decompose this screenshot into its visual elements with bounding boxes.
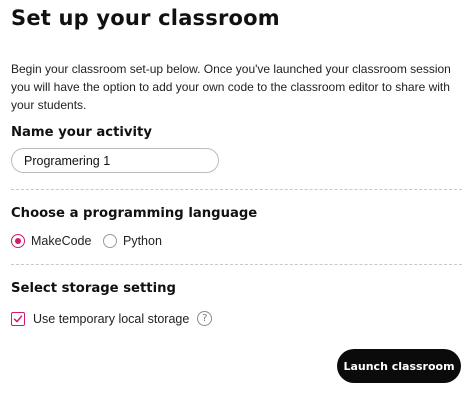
radio-button-selected[interactable] <box>11 234 25 248</box>
local-storage-label: Use temporary local storage <box>33 311 190 326</box>
radio-python[interactable]: Python <box>103 234 162 248</box>
radio-label-makecode: MakeCode <box>31 234 92 248</box>
classroom-setup-page: Set up your classroom Begin your classro… <box>0 0 474 399</box>
intro-text: Begin your classroom set-up below. Once … <box>11 62 451 112</box>
radio-label-python: Python <box>123 234 162 248</box>
radio-button-unselected[interactable] <box>103 234 117 248</box>
checkmark-icon <box>13 314 23 322</box>
page-title: Set up your classroom <box>11 6 280 30</box>
divider <box>11 264 462 265</box>
storage-heading: Select storage setting <box>11 281 176 296</box>
help-icon[interactable]: ? <box>197 311 213 326</box>
radio-makecode[interactable]: MakeCode <box>11 234 91 248</box>
divider <box>11 189 462 190</box>
activity-name-input[interactable] <box>11 148 219 173</box>
language-heading: Choose a programming language <box>11 206 258 221</box>
launch-classroom-button[interactable]: Launch classroom <box>337 349 461 383</box>
activity-heading: Name your activity <box>11 125 152 140</box>
local-storage-checkbox[interactable] <box>11 311 25 326</box>
local-storage-option[interactable]: Use temporary local storage ? <box>11 311 213 326</box>
